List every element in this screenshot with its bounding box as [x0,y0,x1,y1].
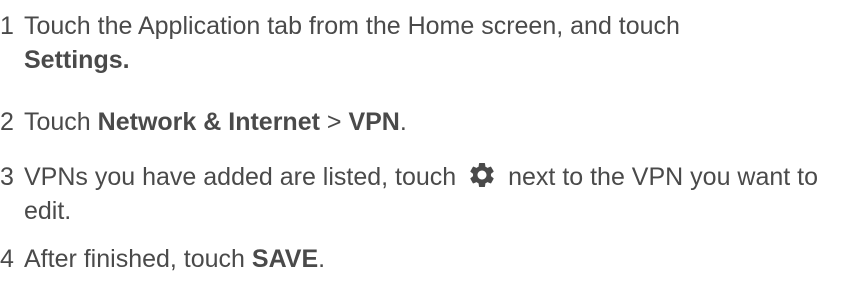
settings-label: Settings. [24,46,130,74]
save-label: SAVE [251,245,319,273]
step-text-part: . [399,108,407,136]
step-text: Touch the Application tab from the Home … [24,9,854,77]
step-number: 4 [0,245,14,273]
step-text-part: VPNs you have added are listed, touch [24,163,464,191]
step-text-part: Touch the Application tab from the Home … [24,12,680,40]
step-text: After finished, touch SAVE. [24,242,854,276]
step-text-part: Touch [24,108,98,136]
step-3: 3 VPNs you have added are listed, touch … [0,160,854,228]
gear-icon [467,160,497,190]
step-2: 2 Touch Network & Internet > VPN. [0,105,854,139]
step-text: Touch Network & Internet > VPN. [24,105,854,139]
step-text: VPNs you have added are listed, touch ne… [24,160,854,228]
step-text-part: After finished, touch [24,245,252,273]
step-number: 1 [0,12,14,40]
step-text-part: > [319,108,349,136]
instruction-steps: 1 Touch the Application tab from the Hom… [0,0,861,287]
step-number: 3 [0,163,14,191]
step-1: 1 Touch the Application tab from the Hom… [0,9,854,77]
vpn-label: VPN [348,108,400,136]
step-4: 4 After finished, touch SAVE. [0,242,854,276]
network-internet-label: Network & Internet [97,108,320,136]
step-text-part: . [318,245,326,273]
step-number: 2 [0,108,14,136]
